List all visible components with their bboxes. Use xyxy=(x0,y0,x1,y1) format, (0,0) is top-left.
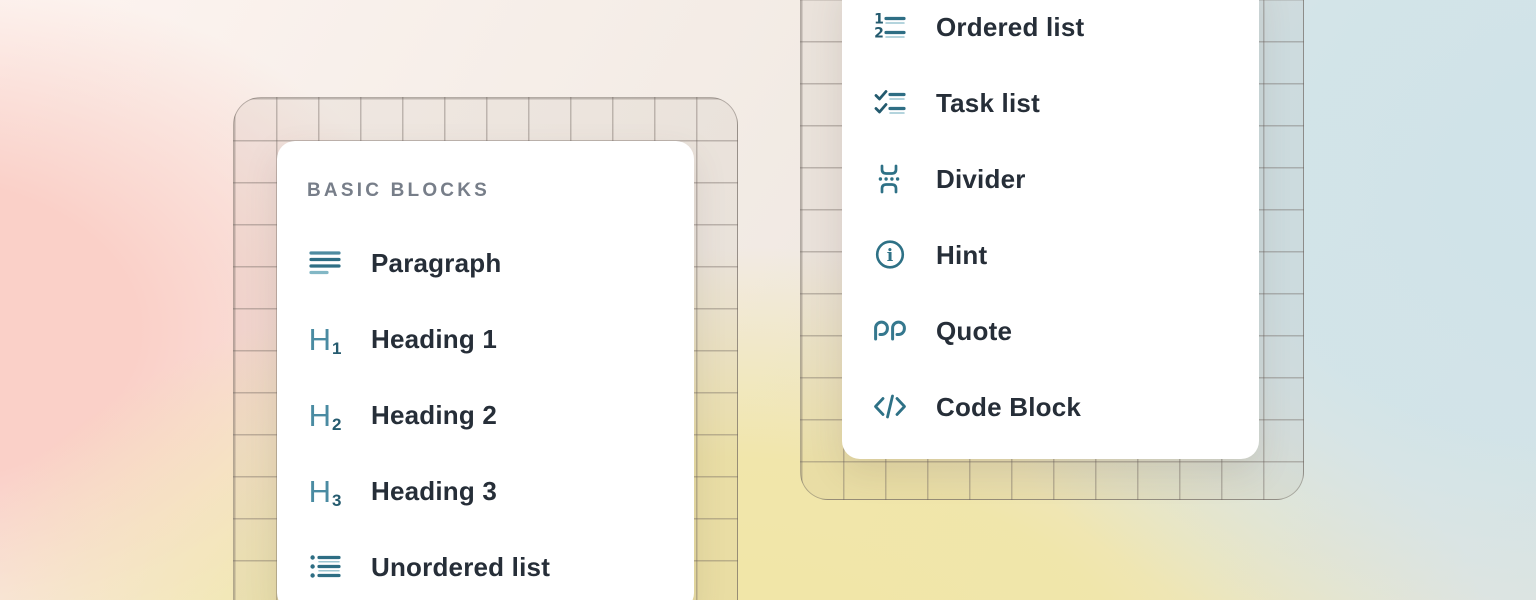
heading-icon: H2 xyxy=(307,397,343,433)
menu-item-label: Task list xyxy=(936,88,1040,119)
illustration-background: BASIC BLOCKS Paragraph H1 Heading 1 H2 Headi… xyxy=(0,0,1536,600)
menu-item-label: Unordered list xyxy=(371,552,550,583)
menu-item-task-list[interactable]: Task list xyxy=(872,65,1229,141)
menu-item-divider[interactable]: Divider xyxy=(872,141,1229,217)
heading-icon: H1 xyxy=(307,321,343,357)
menu-item-quote[interactable]: Quote xyxy=(872,293,1229,369)
menu-item-label: Heading 3 xyxy=(371,476,497,507)
basic-blocks-menu: BASIC BLOCKS Paragraph H1 Heading 1 H2 Headi… xyxy=(277,141,694,600)
menu-item-code-block[interactable]: Code Block xyxy=(872,369,1229,445)
menu-item-heading-1[interactable]: H1 Heading 1 xyxy=(307,301,664,377)
more-blocks-item-list: 1 2 Ordered list Task list Divider i Hint… xyxy=(872,0,1229,445)
menu-item-heading-2[interactable]: H2 Heading 2 xyxy=(307,377,664,453)
unordered-list-icon xyxy=(307,549,343,585)
paragraph-icon xyxy=(307,245,343,281)
menu-item-hint[interactable]: i Hint xyxy=(872,217,1229,293)
quote-icon xyxy=(872,313,908,349)
menu-item-label: Paragraph xyxy=(371,248,501,279)
menu-item-ordered-list[interactable]: 1 2 Ordered list xyxy=(872,0,1229,65)
heading-icon: H3 xyxy=(307,473,343,509)
menu-item-label: Quote xyxy=(936,316,1012,347)
menu-item-unordered-list[interactable]: Unordered list xyxy=(307,529,664,600)
more-blocks-menu: 1 2 Ordered list Task list Divider i Hint… xyxy=(842,0,1259,459)
menu-item-label: Code Block xyxy=(936,392,1081,423)
code-block-icon xyxy=(872,389,908,425)
task-list-icon xyxy=(872,85,908,121)
menu-item-heading-3[interactable]: H3 Heading 3 xyxy=(307,453,664,529)
ordered-list-icon: 1 2 xyxy=(872,9,908,45)
hint-icon: i xyxy=(872,237,908,273)
menu-item-label: Heading 2 xyxy=(371,400,497,431)
divider-icon xyxy=(872,161,908,197)
menu-item-label: Divider xyxy=(936,164,1026,195)
svg-text:i: i xyxy=(887,246,894,266)
basic-blocks-item-list: Paragraph H1 Heading 1 H2 Heading 2 H3 Heading… xyxy=(307,225,664,600)
menu-item-label: Hint xyxy=(936,240,987,271)
menu-item-label: Ordered list xyxy=(936,12,1084,43)
menu-item-paragraph[interactable]: Paragraph xyxy=(307,225,664,301)
svg-text:2: 2 xyxy=(874,26,884,42)
menu-item-label: Heading 1 xyxy=(371,324,497,355)
section-label-basic-blocks: BASIC BLOCKS xyxy=(307,179,664,203)
